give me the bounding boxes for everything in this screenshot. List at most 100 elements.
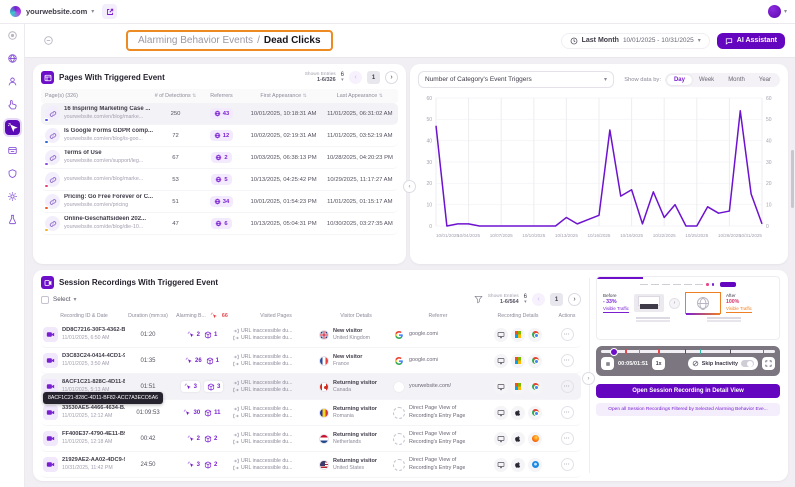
desktop-icon — [497, 461, 505, 469]
preview-after-block: After 100% Visible Traffic — [726, 293, 752, 314]
sidebar-item-settings[interactable] — [5, 189, 20, 204]
sidebar-item-labs[interactable] — [5, 212, 20, 227]
recordings-page-size-select[interactable]: 6▾ — [524, 294, 527, 305]
chart-metric-select[interactable]: Number of Category's Event Triggers ▾ — [418, 71, 614, 88]
recordings-table-row[interactable]: D3C83C24-0414-4CD1-9...11/01/2025, 3:50 … — [41, 348, 581, 374]
sidebar-collapse-icon[interactable] — [5, 28, 20, 43]
sidebar-item-recordings[interactable] — [5, 143, 20, 158]
filter-icon[interactable] — [474, 295, 483, 304]
pause-button[interactable] — [601, 357, 614, 370]
fullscreen-button[interactable] — [762, 357, 775, 370]
chevron-down-icon: ▾ — [698, 37, 701, 44]
open-all-recordings-button[interactable]: Open all Session Recordings Filtered by … — [596, 403, 780, 416]
recording-date: 11/01/2025, 12:12 AM — [62, 413, 125, 420]
chart-metric-value: Number of Category's Event Triggers — [425, 76, 532, 83]
recordings-table-row[interactable]: DD8C7216-30F3-4362-B...11/01/2025, 6:50 … — [41, 322, 581, 348]
avatar[interactable] — [768, 5, 781, 18]
pages-column-header[interactable]: # of Detections ⇅ — [153, 93, 197, 99]
row-actions-button[interactable]: ⋯ — [561, 380, 574, 393]
sidebar-item-alarming-events[interactable] — [5, 120, 20, 135]
pages-table-row[interactable]: Online-Geschäftsideen 202...yourwebsite.… — [41, 213, 398, 235]
row-actions-button[interactable]: ⋯ — [561, 406, 574, 419]
select-label[interactable]: Select — [53, 296, 71, 303]
row-actions-button[interactable]: ⋯ — [561, 328, 574, 341]
referrers-badge[interactable]: 2 — [211, 152, 231, 163]
entry-page-icon — [233, 432, 239, 438]
recordings-next-page-button[interactable]: › — [568, 293, 581, 306]
row-actions-button[interactable]: ⋯ — [561, 432, 574, 445]
detections-count: 250 — [153, 111, 197, 117]
referrers-badge[interactable]: 34 — [210, 196, 233, 207]
panel-toggle-icon[interactable] — [43, 35, 54, 46]
recordings-column-header: Recording ID & Date — [41, 313, 125, 319]
select-all-checkbox[interactable] — [41, 296, 49, 304]
recording-date: 11/01/2025, 12:18 AM — [62, 439, 125, 446]
country-flag-icon — [319, 408, 329, 418]
exit-page: URL inaccessible du... — [233, 361, 319, 367]
exit-page-icon — [233, 413, 239, 419]
panel-resize-handle-icon[interactable]: ‹ — [403, 180, 416, 193]
skip-inactivity-toggle[interactable] — [741, 360, 754, 368]
referrers-badge[interactable]: 6 — [211, 218, 231, 229]
granularity-week[interactable]: Week — [692, 75, 721, 85]
link-icon — [49, 132, 57, 140]
chevron-down-icon[interactable]: ▾ — [91, 8, 94, 15]
svg-text:10/25/2025: 10/25/2025 — [685, 233, 708, 238]
row-actions-button[interactable]: ⋯ — [561, 458, 574, 471]
preview-mini-cta — [720, 282, 736, 287]
preview-highlight-box — [685, 292, 721, 314]
recording-preview-frame[interactable]: Before - 33% Visible Traffic › After 100… — [596, 276, 780, 340]
playback-speed-button[interactable]: 1x — [652, 357, 665, 370]
pages-next-page-button[interactable]: › — [385, 71, 398, 84]
safari-icon — [532, 461, 539, 468]
page-link-chip — [45, 172, 60, 187]
granularity-year[interactable]: Year — [752, 75, 778, 85]
page-url-text: yourwebsite.com/de/blog/die-10... — [64, 224, 146, 231]
recordings-table-row[interactable]: FF400E37-4790-4E11-B9...11/01/2025, 12:1… — [41, 426, 581, 452]
timeline-playhead[interactable] — [610, 348, 618, 356]
svg-text:20: 20 — [426, 181, 432, 187]
country-flag-icon — [319, 356, 329, 366]
recordings-table-row[interactable]: 8ACF1C21-828C-4D11-BF...11/01/2025, 5:13… — [41, 374, 581, 400]
granularity-month[interactable]: Month — [721, 75, 752, 85]
date-range-picker[interactable]: Last Month 10/01/2025 - 10/31/2025 ▾ — [561, 33, 710, 49]
sidebar-item-dashboard[interactable] — [5, 51, 20, 66]
sidebar-item-behavior[interactable] — [5, 97, 20, 112]
chevron-down-icon[interactable]: ▾ — [74, 296, 77, 303]
referrers-badge[interactable]: 12 — [210, 130, 233, 141]
sidebar-item-insights[interactable] — [5, 166, 20, 181]
visitor-country: Canada — [333, 387, 377, 394]
panel-resize-handle-icon[interactable]: › — [582, 372, 595, 385]
pages-table-row[interactable]: Is Google Forms GDPR comp...yourwebsite.… — [41, 125, 398, 147]
link-icon — [49, 198, 57, 206]
pages-table-row[interactable]: Pricing: Go Free Forever or C...yourwebs… — [41, 191, 398, 213]
site-selector[interactable]: yourwebsite.com — [26, 7, 87, 16]
avatar-chevron-icon[interactable]: ▾ — [784, 8, 787, 15]
granularity-day[interactable]: Day — [667, 75, 692, 85]
pages-column-header[interactable]: First Appearance ⇅ — [245, 93, 321, 99]
direct-view-icon — [393, 433, 405, 445]
player-timeline[interactable] — [601, 350, 775, 353]
recordings-prev-page-button[interactable]: ‹ — [532, 293, 545, 306]
pages-page-size-select[interactable]: 6▾ — [341, 72, 344, 83]
referrers-badge[interactable]: 5 — [211, 174, 231, 185]
scrollbar-thumb[interactable] — [791, 150, 794, 208]
pages-prev-page-button[interactable]: ‹ — [349, 71, 362, 84]
row-actions-button[interactable]: ⋯ — [561, 354, 574, 367]
referrers-badge[interactable]: 43 — [210, 108, 233, 119]
pages-column-header[interactable]: Last Appearance ⇅ — [322, 93, 398, 99]
pages-shown-entries: Shown Entries 1-6/326 — [305, 72, 336, 84]
ai-assistant-button[interactable]: AI Assistant — [717, 33, 785, 49]
dead-click-icon — [187, 435, 195, 443]
recordings-table-row[interactable]: 21929AE2-AA02-4DC9-9...10/31/2025, 11:42… — [41, 452, 581, 478]
open-site-button[interactable] — [102, 4, 117, 19]
pages-table-row[interactable]: Terms of Useyourwebsite.com/en/support/l… — [41, 147, 398, 169]
pages-table-row[interactable]: yourwebsite.com/en/blog/marke...53510/13… — [41, 169, 398, 191]
open-detail-view-button[interactable]: Open Session Recording in Detail View — [596, 384, 780, 398]
svg-text:20: 20 — [766, 181, 772, 187]
referrer-text: google.com/ — [409, 331, 438, 338]
preview-captions — [597, 317, 779, 319]
sidebar-item-visitors[interactable] — [5, 74, 20, 89]
breadcrumb-parent[interactable]: Alarming Behavior Events — [138, 35, 253, 46]
pages-table-row[interactable]: 16 Inspiring Marketing Case ...yourwebsi… — [41, 103, 398, 125]
